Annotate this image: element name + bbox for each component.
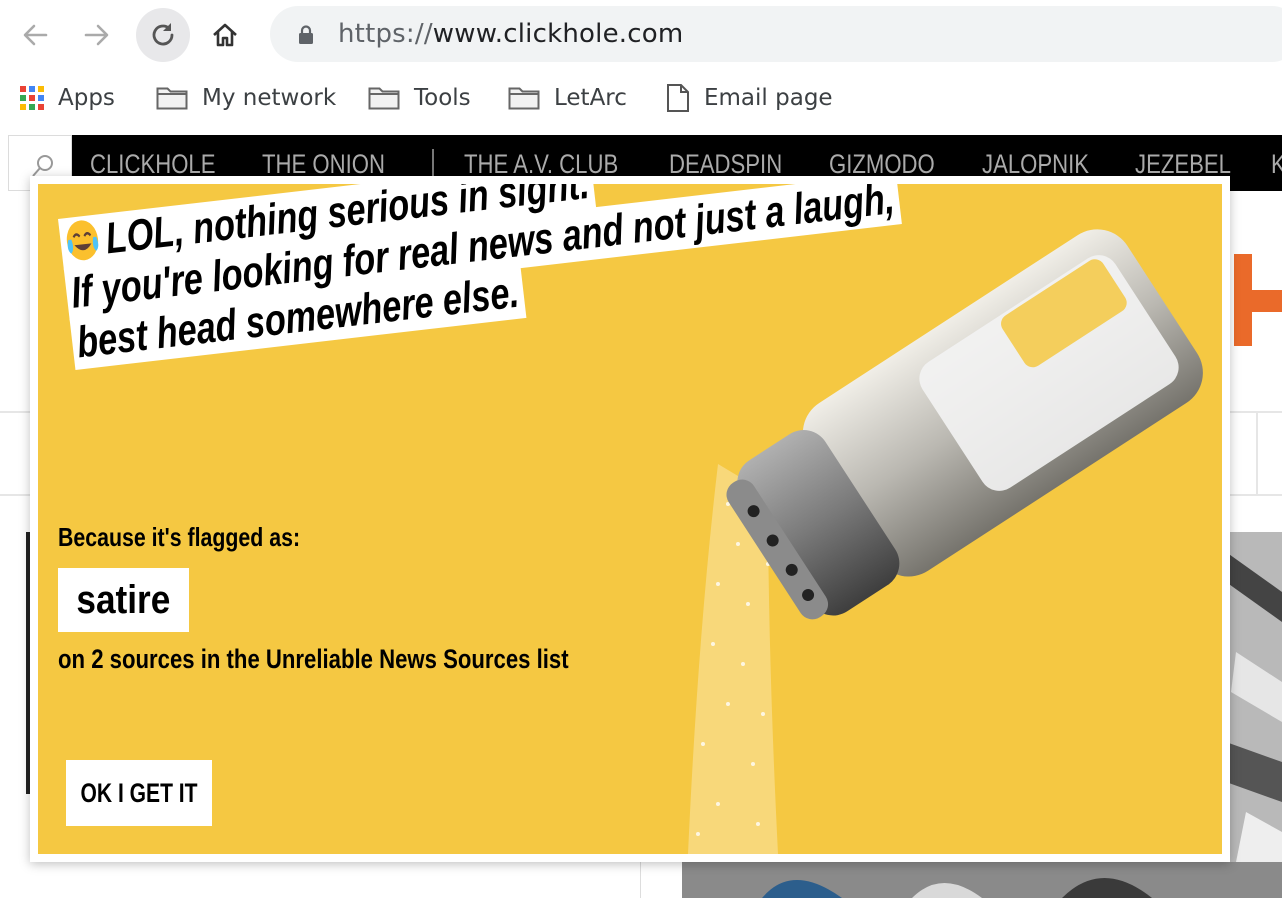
address-bar[interactable]: https://www.clickhole.com bbox=[270, 6, 1282, 62]
flag-label: Because it's flagged as: bbox=[58, 522, 301, 552]
bookmark-email-page[interactable]: Email page bbox=[666, 80, 833, 116]
nav-link-more[interactable]: K bbox=[1271, 149, 1282, 180]
bookmark-tools[interactable]: Tools bbox=[368, 80, 471, 116]
nav-link-gizmodo[interactable]: GIZMODO bbox=[829, 149, 954, 180]
nav-link-the-av-club[interactable]: THE A.V. CLUB bbox=[464, 149, 632, 180]
url-scheme: https:// bbox=[338, 19, 433, 49]
column-divider bbox=[640, 862, 641, 898]
nav-link-deadspin[interactable]: DEADSPIN bbox=[669, 149, 800, 180]
forward-button[interactable] bbox=[72, 10, 122, 60]
url-host: www.clickhole.com bbox=[432, 19, 684, 49]
bookmark-label: Apps bbox=[58, 85, 115, 111]
home-icon bbox=[213, 23, 237, 47]
bookmark-letarc[interactable]: LetArc bbox=[508, 80, 627, 116]
background-article-image bbox=[682, 862, 1282, 898]
nav-link-jalopnik[interactable]: JALOPNIK bbox=[982, 149, 1107, 180]
arrow-right-icon bbox=[84, 24, 109, 46]
section-tab-divider bbox=[1256, 413, 1258, 494]
search-icon bbox=[32, 155, 53, 177]
bookmark-label: Email page bbox=[704, 85, 833, 111]
dismiss-button-label: OK I GET IT bbox=[80, 777, 198, 808]
bookmark-label: My network bbox=[202, 85, 337, 111]
apps-grid-icon bbox=[20, 86, 44, 110]
flag-value: satire bbox=[76, 577, 171, 622]
nav-link-jezebel[interactable]: JEZEBEL bbox=[1135, 149, 1247, 180]
browser-toolbar: https://www.clickhole.com bbox=[0, 0, 1282, 70]
dismiss-button[interactable]: OK I GET IT bbox=[66, 760, 212, 826]
nav-divider bbox=[432, 149, 434, 179]
page-icon bbox=[667, 84, 689, 112]
arrow-left-icon bbox=[23, 24, 48, 46]
tears-of-joy-emoji-icon bbox=[66, 220, 99, 261]
flag-badge: satire bbox=[58, 568, 189, 632]
bookmarks-bar: Apps My network Tools LetArc Email page bbox=[0, 72, 1282, 124]
nav-link-clickhole[interactable]: CLICKHOLE bbox=[90, 149, 231, 180]
sources-note: on 2 sources in the Unreliable News Sour… bbox=[58, 644, 569, 674]
reload-button[interactable] bbox=[136, 8, 190, 62]
modal-panel: LOL, nothing serious in sight. If you're… bbox=[38, 184, 1222, 854]
folder-icon bbox=[368, 87, 400, 110]
reload-icon bbox=[152, 23, 174, 46]
folder-icon bbox=[156, 87, 188, 110]
clickhole-logo bbox=[1232, 252, 1282, 348]
home-button[interactable] bbox=[200, 10, 250, 60]
bookmark-label: LetArc bbox=[554, 85, 627, 111]
nav-link-the-onion[interactable]: THE ONION bbox=[262, 149, 401, 180]
bookmark-my-network[interactable]: My network bbox=[156, 80, 336, 116]
bookmark-label: Tools bbox=[414, 85, 471, 111]
back-button[interactable] bbox=[10, 10, 60, 60]
folder-icon bbox=[508, 87, 540, 110]
url-text: https://www.clickhole.com bbox=[338, 19, 683, 49]
lock-icon[interactable] bbox=[298, 25, 314, 45]
bookmark-apps[interactable]: Apps bbox=[20, 80, 115, 116]
satire-warning-modal: LOL, nothing serious in sight. If you're… bbox=[30, 176, 1230, 862]
background-article-image bbox=[1226, 532, 1282, 862]
